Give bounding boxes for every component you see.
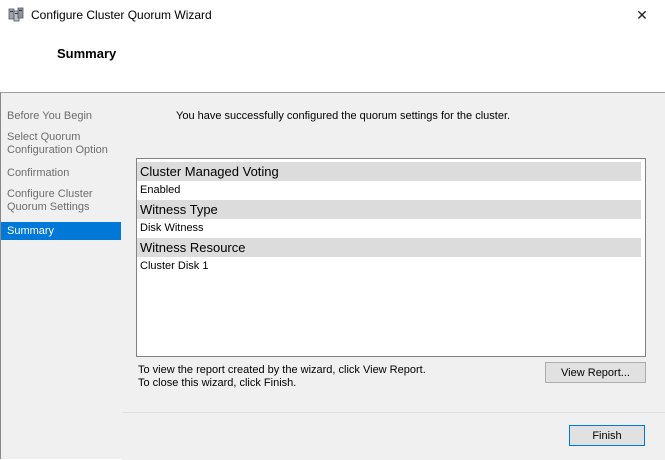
wizard-steps-nav: Before You Begin Select Quorum Configura… xyxy=(0,93,122,459)
section-value-cluster-managed-voting: Enabled xyxy=(140,184,181,196)
close-button[interactable]: ✕ xyxy=(619,0,665,30)
summary-report-box: Cluster Managed Voting Enabled Witness T… xyxy=(136,158,646,357)
view-report-button[interactable]: View Report... xyxy=(545,362,646,383)
cluster-wizard-icon xyxy=(8,7,24,22)
window-title: Configure Cluster Quorum Wizard xyxy=(31,8,212,22)
finish-button[interactable]: Finish xyxy=(569,425,645,446)
instruction-finish: To close this wizard, click Finish. xyxy=(138,377,297,389)
wizard-header: Summary xyxy=(0,31,665,93)
page-title: Summary xyxy=(57,46,117,61)
nav-step-summary[interactable]: Summary xyxy=(1,222,122,240)
section-value-witness-type: Disk Witness xyxy=(140,222,204,234)
close-icon: ✕ xyxy=(636,6,648,23)
success-message: You have successfully configured the quo… xyxy=(176,110,511,122)
section-heading-witness-type: Witness Type xyxy=(137,200,641,219)
nav-step-confirmation[interactable]: Confirmation xyxy=(1,167,122,180)
instruction-view-report: To view the report created by the wizard… xyxy=(138,364,426,376)
section-heading-cluster-managed-voting: Cluster Managed Voting xyxy=(137,162,641,181)
title-bar: Configure Cluster Quorum Wizard ✕ xyxy=(0,0,665,31)
instructions-text: To view the report created by the wizard… xyxy=(138,364,426,390)
nav-step-before-you-begin[interactable]: Before You Begin xyxy=(1,110,122,123)
section-heading-witness-resource: Witness Resource xyxy=(137,238,641,257)
nav-step-configure-quorum-settings[interactable]: Configure Cluster Quorum Settings xyxy=(1,188,106,214)
nav-step-select-quorum-option[interactable]: Select Quorum Configuration Option xyxy=(1,131,116,157)
section-value-witness-resource: Cluster Disk 1 xyxy=(140,260,209,272)
